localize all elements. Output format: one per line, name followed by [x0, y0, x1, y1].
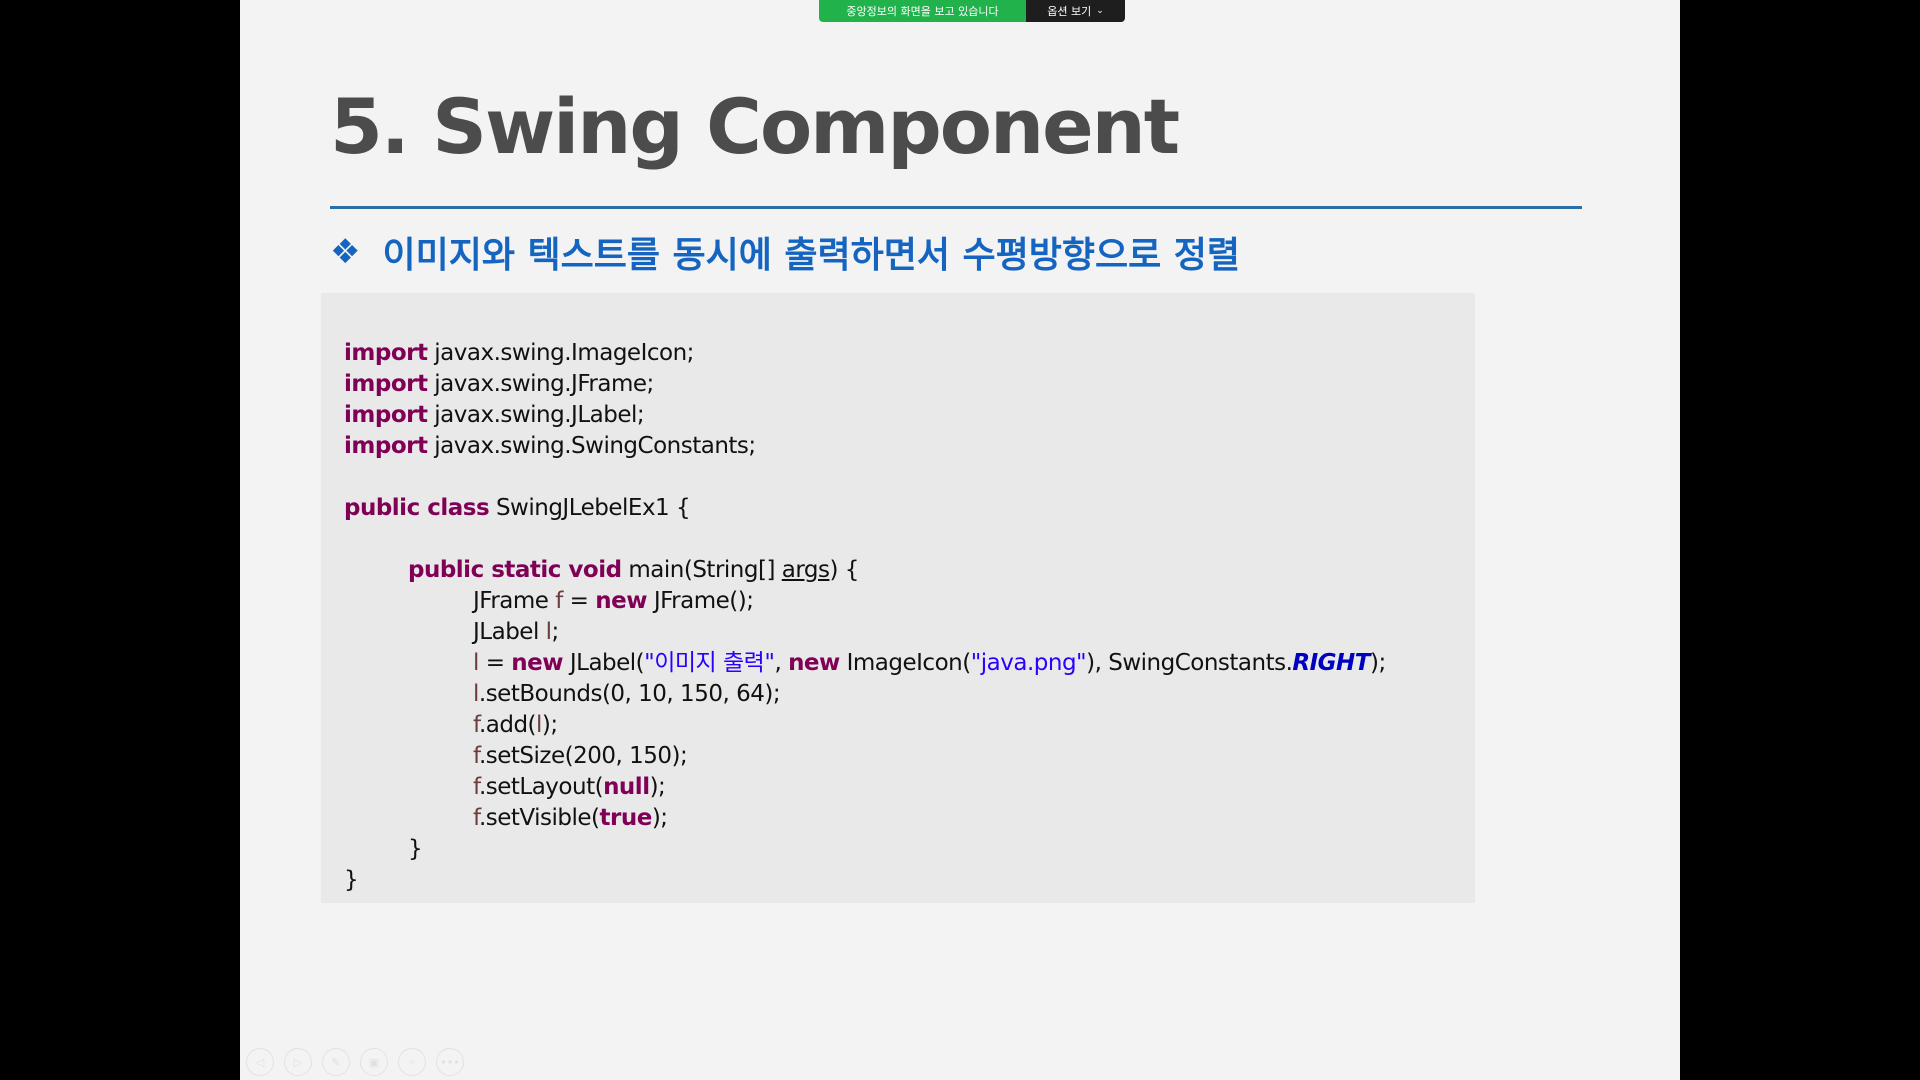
keyword: new	[788, 650, 840, 676]
string-literal: "java.png"	[970, 650, 1087, 676]
param-name: args	[781, 557, 830, 583]
class-name: SwingJLebelEx1 {	[495, 495, 691, 521]
code-text: );	[541, 712, 558, 738]
code-line: f.setSize(200, 150);	[344, 741, 1386, 772]
screen-share-bar: 중앙정보의 화면을 보고 있습니다 옵션 보기 ⌄	[819, 0, 1125, 22]
code-text: .setVisible(	[478, 805, 600, 831]
share-status-label: 중앙정보의 화면을 보고 있습니다	[819, 0, 1026, 22]
code-text: JLabel(	[563, 650, 645, 676]
code-line: import javax.swing.JFrame;	[344, 369, 1386, 400]
code-line: JLabel l;	[344, 617, 1386, 648]
keyword: new	[595, 588, 648, 614]
code-text: ;	[551, 619, 560, 645]
keyword: public class	[344, 495, 490, 521]
zoom-icon[interactable]: ⌕	[398, 1048, 426, 1076]
code-line: l = new JLabel("이미지 출력", new ImageIcon("…	[344, 648, 1386, 679]
import-path: javax.swing.ImageIcon;	[434, 340, 694, 366]
code-text: =	[562, 588, 596, 614]
keyword: public static void	[408, 557, 622, 583]
more-icon[interactable]: •••	[436, 1048, 464, 1076]
code-text: ), SwingConstants.	[1086, 650, 1293, 676]
keyword: import	[344, 340, 428, 366]
next-icon[interactable]: ▷	[284, 1048, 312, 1076]
slide-subtitle: ❖ 이미지와 텍스트를 동시에 출력하면서 수평방향으로 정렬	[330, 226, 1240, 278]
slide-title: 5. Swing Component	[330, 82, 1180, 171]
code-text: ImageIcon(	[839, 650, 972, 676]
code-line: import javax.swing.ImageIcon;	[344, 338, 1386, 369]
import-path: javax.swing.JLabel;	[434, 402, 645, 428]
code-text: main(String[]	[628, 557, 782, 583]
code-line: f.setVisible(true);	[344, 803, 1386, 834]
code-text: ) {	[829, 557, 859, 583]
code-text: ,	[774, 650, 789, 676]
code-block: import javax.swing.ImageIcon; import jav…	[344, 338, 1386, 896]
code-line: f.add(l);	[344, 710, 1386, 741]
code-text: JFrame();	[647, 588, 754, 614]
code-line: public static void main(String[] args) {	[344, 555, 1386, 586]
code-text: .setSize(200, 150);	[478, 743, 688, 769]
code-line: import javax.swing.SwingConstants;	[344, 431, 1386, 462]
keyword: import	[344, 371, 428, 397]
keyword: true	[599, 805, 653, 831]
code-text: );	[1370, 650, 1386, 676]
code-text: .add(	[478, 712, 537, 738]
import-path: javax.swing.JFrame;	[434, 371, 654, 397]
title-divider	[330, 206, 1582, 209]
variable: f	[555, 588, 563, 614]
code-text: }	[408, 836, 423, 862]
code-text: );	[651, 805, 668, 831]
keyword: null	[603, 774, 650, 800]
pen-icon[interactable]: ✎	[322, 1048, 350, 1076]
slides-icon[interactable]: ▣	[360, 1048, 388, 1076]
diamond-bullet-icon: ❖	[330, 232, 361, 272]
prev-icon[interactable]: ◁	[246, 1048, 274, 1076]
view-options-label: 옵션 보기	[1047, 5, 1092, 18]
code-line: }	[344, 834, 1386, 865]
code-text: }	[344, 867, 359, 893]
chevron-down-icon: ⌄	[1096, 6, 1104, 16]
code-line: public class SwingJLebelEx1 {	[344, 493, 1386, 524]
keyword: import	[344, 402, 428, 428]
code-line: }	[344, 865, 1386, 896]
code-line: import javax.swing.JLabel;	[344, 400, 1386, 431]
code-text: JLabel	[473, 619, 546, 645]
keyword: import	[344, 433, 428, 459]
string-literal: "이미지 출력"	[644, 650, 775, 676]
code-text: .setLayout(	[478, 774, 604, 800]
slideshow-controls: ◁ ▷ ✎ ▣ ⌕ •••	[246, 1048, 464, 1076]
code-line: JFrame f = new JFrame();	[344, 586, 1386, 617]
import-path: javax.swing.SwingConstants;	[434, 433, 756, 459]
code-text: JFrame	[473, 588, 556, 614]
keyword: new	[511, 650, 564, 676]
code-text: .setBounds(0, 10, 150, 64);	[478, 681, 781, 707]
view-options-button[interactable]: 옵션 보기 ⌄	[1026, 0, 1125, 22]
code-line: f.setLayout(null);	[344, 772, 1386, 803]
code-line: l.setBounds(0, 10, 150, 64);	[344, 679, 1386, 710]
code-text: );	[649, 774, 666, 800]
code-text: =	[478, 650, 512, 676]
subtitle-text: 이미지와 텍스트를 동시에 출력하면서 수평방향으로 정렬	[382, 235, 1241, 276]
constant: RIGHT	[1292, 650, 1370, 676]
